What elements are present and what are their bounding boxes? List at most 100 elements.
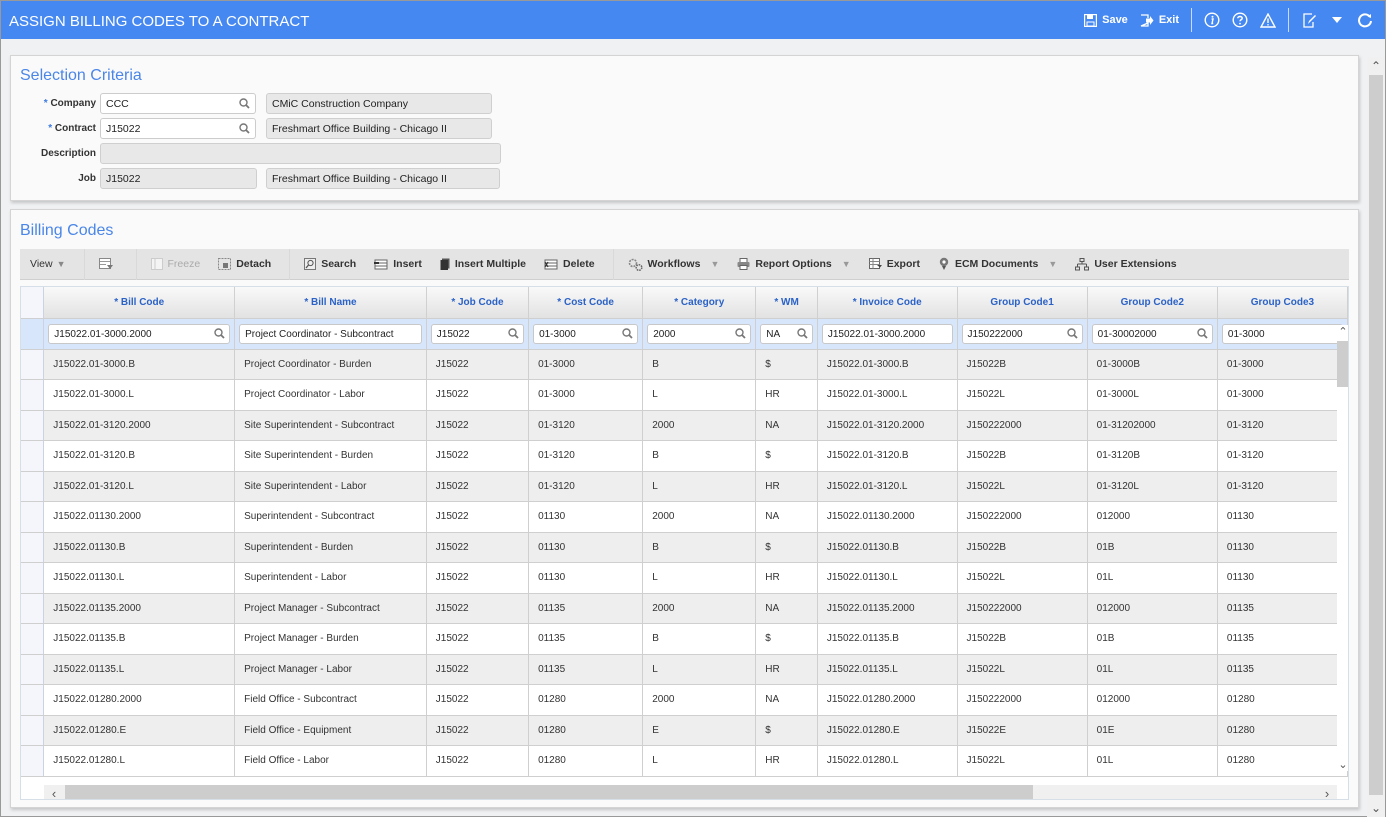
- info-icon[interactable]: [1203, 11, 1221, 29]
- view-menu[interactable]: View ▼: [30, 258, 66, 270]
- cell-bill-code[interactable]: J15022.01-3120.L: [43, 471, 236, 502]
- cell-bill-name[interactable]: Superintendent - Subcontract: [234, 501, 427, 533]
- cell-group-code3[interactable]: 01130: [1217, 532, 1348, 563]
- cell-group-code3[interactable]: 01130: [1217, 501, 1348, 533]
- cell-group-code1[interactable]: J15022B: [957, 623, 1088, 655]
- cell-wm[interactable]: $: [755, 715, 818, 746]
- cell-bill-code[interactable]: J15022.01130.L: [43, 562, 236, 594]
- cell-group-code3[interactable]: 01-3120: [1217, 410, 1348, 441]
- column-header-category[interactable]: * Category: [642, 287, 757, 319]
- cell-group-code2[interactable]: 012000: [1087, 684, 1218, 716]
- cell-group-code1[interactable]: J15022E: [957, 715, 1088, 746]
- report-options-dropdown-caret-icon[interactable]: ▼: [842, 259, 851, 269]
- column-header-group-code2[interactable]: Group Code2: [1087, 287, 1218, 319]
- column-header-cost-code[interactable]: * Cost Code: [528, 287, 644, 319]
- cell-category[interactable]: L: [642, 379, 757, 411]
- user-extensions-button[interactable]: User Extensions: [1075, 257, 1177, 271]
- search-icon[interactable]: [214, 327, 225, 342]
- search-icon[interactable]: [239, 98, 250, 112]
- cell-job-code[interactable]: J15022: [426, 562, 530, 594]
- column-header-group-code1[interactable]: Group Code1: [957, 287, 1088, 319]
- cell-wm[interactable]: NA: [755, 593, 818, 624]
- cell-invoice-code[interactable]: J15022.01130.B: [817, 532, 958, 563]
- cell-bill-name[interactable]: Field Office - Labor: [234, 745, 427, 777]
- cell-group-code2[interactable]: 01-3120B: [1087, 440, 1218, 472]
- cell-group-code2[interactable]: 01-3000B: [1087, 349, 1218, 380]
- cell-cost-code[interactable]: 01135: [528, 654, 644, 685]
- cell-job-code[interactable]: J15022: [426, 532, 530, 563]
- cell-cost-code[interactable]: 01-3120: [528, 471, 644, 502]
- row-selector[interactable]: [21, 471, 45, 502]
- cell-category[interactable]: B: [642, 440, 757, 472]
- cell-cost-code[interactable]: 01280: [528, 715, 644, 746]
- row-selector[interactable]: [21, 562, 45, 594]
- cell-job-code[interactable]: J15022: [426, 745, 530, 777]
- cell-cost-code[interactable]: 01130: [528, 501, 644, 533]
- help-icon[interactable]: [1231, 11, 1249, 29]
- cell-job-code[interactable]: J15022: [426, 715, 530, 746]
- filter-input-category[interactable]: 2000: [647, 323, 752, 344]
- cell-bill-name[interactable]: Field Office - Subcontract: [234, 684, 427, 716]
- page-scroll-thumb[interactable]: [1369, 75, 1383, 795]
- cell-wm[interactable]: HR: [755, 471, 818, 502]
- row-selector[interactable]: [21, 379, 45, 411]
- warning-icon[interactable]: [1259, 11, 1277, 29]
- cell-group-code3[interactable]: 01135: [1217, 593, 1348, 624]
- cell-group-code1[interactable]: J15022L: [957, 379, 1088, 411]
- scroll-right-arrow-icon[interactable]: ›: [1317, 785, 1337, 799]
- scroll-left-arrow-icon[interactable]: ‹: [44, 785, 64, 799]
- report-options-button[interactable]: Report Options: [737, 258, 832, 270]
- cell-job-code[interactable]: J15022: [426, 349, 530, 380]
- table-row[interactable]: J15022.01-3120.L Site Superintendent - La…: [21, 471, 1348, 502]
- grid-vertical-scroll-thumb[interactable]: [1337, 341, 1348, 387]
- column-header-group-code3[interactable]: Group Code3: [1217, 287, 1348, 319]
- insert-multiple-button[interactable]: Insert Multiple: [440, 258, 526, 270]
- cell-wm[interactable]: HR: [755, 379, 818, 411]
- cell-wm[interactable]: $: [755, 623, 818, 655]
- cell-bill-code[interactable]: J15022.01-3120.B: [43, 440, 236, 472]
- cell-wm[interactable]: HR: [755, 745, 818, 777]
- cell-group-code1[interactable]: J150222000: [957, 593, 1088, 624]
- cell-group-code2[interactable]: 01L: [1087, 654, 1218, 685]
- cell-bill-code[interactable]: J15022.01280.2000: [43, 684, 236, 716]
- cell-group-code2[interactable]: 01B: [1087, 623, 1218, 655]
- export-button[interactable]: Export: [868, 258, 920, 270]
- cell-job-code[interactable]: J15022: [426, 501, 530, 533]
- cell-bill-code[interactable]: J15022.01135.2000: [43, 593, 236, 624]
- cell-bill-code[interactable]: J15022.01130.B: [43, 532, 236, 563]
- column-header-job-code[interactable]: * Job Code: [426, 287, 530, 319]
- table-row[interactable]: J15022.01280.2000 Field Office - Subcontr…: [21, 684, 1348, 716]
- row-selector[interactable]: [21, 745, 45, 777]
- scroll-up-arrow-icon[interactable]: ⌃: [1337, 325, 1348, 338]
- filter-input-group-code3[interactable]: 01-3000: [1221, 323, 1343, 344]
- grid-horizontal-scrollbar[interactable]: ‹ ›: [44, 785, 1337, 799]
- cell-category[interactable]: 2000: [642, 684, 757, 716]
- filter-input-bill-name[interactable]: Project Coordinator - Subcontract: [239, 323, 422, 344]
- cell-group-code1[interactable]: J15022B: [957, 532, 1088, 563]
- cell-bill-name[interactable]: Superintendent - Labor: [234, 562, 427, 594]
- cell-job-code[interactable]: J15022: [426, 654, 530, 685]
- cell-category[interactable]: L: [642, 471, 757, 502]
- cell-job-code[interactable]: J15022: [426, 684, 530, 716]
- cell-invoice-code[interactable]: J15022.01135.L: [817, 654, 958, 685]
- cell-bill-name[interactable]: Project Coordinator - Burden: [234, 349, 427, 380]
- cell-group-code3[interactable]: 01-3120: [1217, 471, 1348, 502]
- page-scrollbar[interactable]: ⌃ ⌄: [1367, 57, 1385, 817]
- cell-group-code1[interactable]: J150222000: [957, 684, 1088, 716]
- column-header-wm[interactable]: * WM: [755, 287, 818, 319]
- row-selector[interactable]: [21, 715, 45, 746]
- cell-invoice-code[interactable]: J15022.01280.E: [817, 715, 958, 746]
- cell-group-code2[interactable]: 01E: [1087, 715, 1218, 746]
- cell-cost-code[interactable]: 01130: [528, 562, 644, 594]
- cell-wm[interactable]: NA: [755, 501, 818, 533]
- filter-input-wm[interactable]: NA: [760, 323, 813, 344]
- cell-category[interactable]: B: [642, 532, 757, 563]
- cell-invoice-code[interactable]: J15022.01135.B: [817, 623, 958, 655]
- cell-group-code1[interactable]: J150222000: [957, 501, 1088, 533]
- cell-group-code2[interactable]: 012000: [1087, 593, 1218, 624]
- column-header-bill-name[interactable]: * Bill Name: [234, 287, 427, 319]
- table-row[interactable]: J15022.01135.2000 Project Manager - Subco…: [21, 593, 1348, 624]
- cell-group-code2[interactable]: 012000: [1087, 501, 1218, 533]
- search-icon[interactable]: [1197, 327, 1208, 342]
- refresh-icon[interactable]: [1356, 11, 1374, 29]
